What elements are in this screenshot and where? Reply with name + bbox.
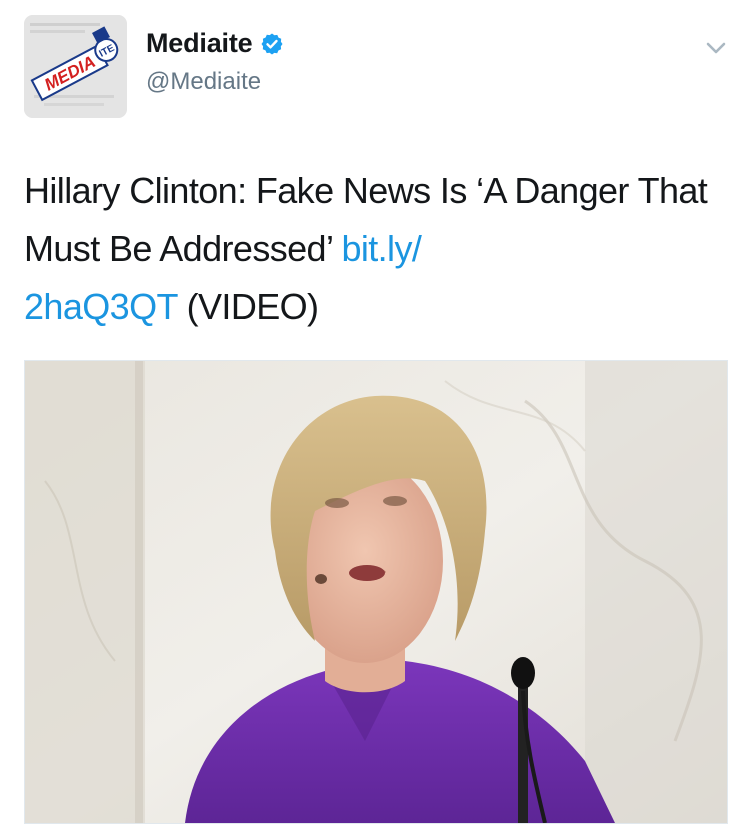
author-name-row[interactable]: Mediaite	[146, 28, 284, 59]
mediaite-logo: MEDIA ITE	[24, 15, 127, 118]
tweet-text: Hillary Clinton: Fake News Is ‘A Danger …	[24, 162, 724, 336]
tweet-suffix: (VIDEO)	[177, 286, 319, 327]
avatar[interactable]: MEDIA ITE	[24, 15, 127, 118]
display-name[interactable]: Mediaite	[146, 28, 253, 59]
tweet-link-part2[interactable]: 2haQ3QT	[24, 286, 178, 327]
author-handle[interactable]: @Mediaite	[146, 68, 261, 96]
chevron-down-icon[interactable]	[702, 36, 730, 60]
speaker-photo	[25, 361, 727, 823]
tweet-link-part1[interactable]: bit.ly/	[341, 228, 421, 269]
media-image[interactable]	[24, 360, 728, 824]
verified-badge-icon	[260, 32, 284, 56]
